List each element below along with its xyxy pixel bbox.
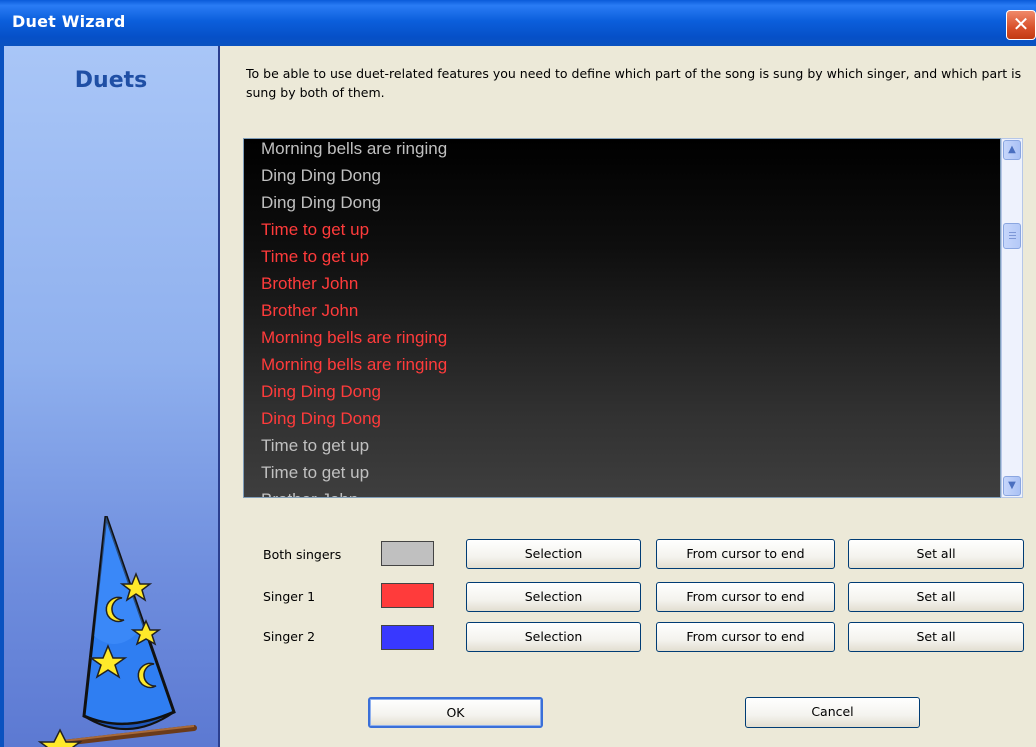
chevron-up-icon: ▲ (1008, 144, 1016, 155)
singer2-from-cursor-button[interactable]: From cursor to end (656, 622, 835, 652)
lyric-line[interactable]: Brother John (261, 486, 447, 497)
intro-text: To be able to use duet-related features … (246, 66, 1022, 100)
close-icon: ✕ (1012, 12, 1030, 36)
lyric-line[interactable]: Morning bells are ringing (261, 324, 447, 351)
ok-button[interactable]: OK (368, 697, 543, 728)
grip-icon (1009, 232, 1016, 233)
both-singers-label: Both singers (263, 547, 342, 562)
lyric-line[interactable]: Time to get up (261, 243, 447, 270)
singer1-set-all-button[interactable]: Set all (848, 582, 1024, 612)
lyric-line[interactable]: Time to get up (261, 216, 447, 243)
lyric-line[interactable]: Brother John (261, 270, 447, 297)
lyrics-scrollbar[interactable]: ▲ ▼ (1001, 138, 1023, 498)
cancel-button[interactable]: Cancel (745, 697, 920, 728)
both-singers-color-swatch[interactable] (381, 541, 434, 566)
lyric-line[interactable]: Time to get up (261, 432, 447, 459)
close-button[interactable]: ✕ (1006, 10, 1036, 40)
singer1-color-swatch[interactable] (381, 583, 434, 608)
wizard-sidebar: Duets (4, 46, 220, 747)
title-bar[interactable]: Duet Wizard ✕ (0, 0, 1036, 46)
chevron-down-icon: ▼ (1008, 480, 1016, 491)
lyrics-editor[interactable]: Morning bells are ringing Ding Ding Dong D… (243, 138, 1001, 498)
singer1-selection-button[interactable]: Selection (466, 582, 641, 612)
lyric-line[interactable]: Ding Ding Dong (261, 405, 447, 432)
grip-icon (1009, 235, 1016, 236)
lyrics-list: Morning bells are ringing Ding Ding Dong D… (261, 139, 447, 497)
singer1-from-cursor-button[interactable]: From cursor to end (656, 582, 835, 612)
both-singers-selection-button[interactable]: Selection (466, 539, 641, 569)
singer2-color-swatch[interactable] (381, 625, 434, 650)
scroll-thumb[interactable] (1003, 223, 1021, 249)
scroll-up-button[interactable]: ▲ (1003, 140, 1021, 160)
lyric-line[interactable]: Brother John (261, 297, 447, 324)
lyric-line[interactable]: Ding Ding Dong (261, 162, 447, 189)
lyric-line[interactable]: Time to get up (261, 459, 447, 486)
wizard-hat-icon (37, 516, 197, 747)
window-title: Duet Wizard (12, 12, 126, 31)
lyric-line[interactable]: Ding Ding Dong (261, 378, 447, 405)
both-singers-set-all-button[interactable]: Set all (848, 539, 1024, 569)
sidebar-title: Duets (74, 68, 148, 93)
scroll-down-button[interactable]: ▼ (1003, 476, 1021, 496)
lyric-line[interactable]: Morning bells are ringing (261, 351, 447, 378)
singer2-label: Singer 2 (263, 629, 316, 644)
lyric-line[interactable]: Ding Ding Dong (261, 189, 447, 216)
duet-wizard-window: Duet Wizard ✕ Duets To be able to use du… (0, 0, 1036, 747)
singer2-set-all-button[interactable]: Set all (848, 622, 1024, 652)
singer2-selection-button[interactable]: Selection (466, 622, 641, 652)
both-singers-from-cursor-button[interactable]: From cursor to end (656, 539, 835, 569)
lyric-line[interactable]: Morning bells are ringing (261, 139, 447, 162)
grip-icon (1009, 238, 1016, 239)
singer1-label: Singer 1 (263, 589, 316, 604)
